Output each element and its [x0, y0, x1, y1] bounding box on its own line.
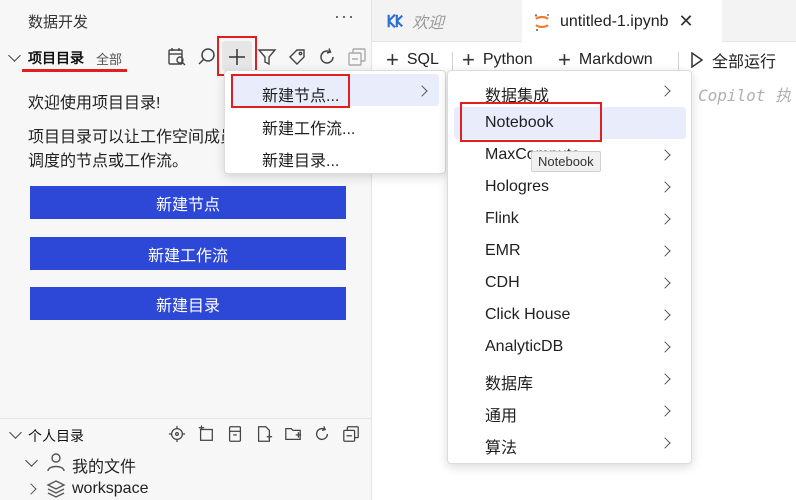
toolbar-divider — [678, 52, 679, 70]
menu-item-flink[interactable]: Flink — [448, 203, 691, 235]
menu-item-label: 数据库 — [485, 376, 534, 393]
menu-item-label: 通用 — [485, 408, 518, 425]
editor-tabbar: 欢迎 untitled-1.ipynb ✕ — [372, 0, 796, 43]
menu-item-label: 新建工作流... — [262, 121, 356, 138]
welcome-text: 欢迎使用项目目录! — [28, 95, 161, 112]
sql-label: SQL — [406, 51, 439, 68]
project-directory-title: 项目目录 — [28, 50, 84, 66]
run-all-button[interactable]: 全部运行 — [690, 49, 776, 71]
archive-icon[interactable] — [222, 422, 248, 446]
chevron-down-icon[interactable] — [25, 454, 38, 467]
tab-welcome[interactable]: 欢迎 — [372, 0, 522, 42]
copilot-placeholder: Copilot 执 — [698, 86, 792, 105]
tab-label: untitled-1.ipynb — [560, 12, 669, 30]
menu-item-label: 新建目录... — [262, 153, 340, 170]
menu-item-emr[interactable]: EMR — [448, 235, 691, 267]
menu-item-cdh[interactable]: CDH — [448, 267, 691, 299]
dataworks-logo-icon — [387, 13, 403, 29]
menu-item-label: Flink — [485, 210, 519, 227]
menu-item-database[interactable]: 数据库 — [448, 363, 691, 395]
section-divider — [0, 418, 372, 419]
more-options-icon[interactable]: ··· — [334, 6, 355, 27]
menu-item-label: AnalyticDB — [485, 338, 564, 355]
new-file-icon[interactable] — [193, 422, 219, 446]
chevron-right-icon — [659, 437, 671, 449]
chevron-right-icon — [659, 213, 671, 225]
menu-item-label: CDH — [485, 274, 520, 291]
new-directory-button[interactable]: 新建目录 — [30, 287, 346, 320]
new-node-button[interactable]: 新建节点 — [30, 186, 346, 219]
calendar-search-icon[interactable] — [162, 40, 192, 74]
toolbar-divider — [452, 52, 453, 70]
chevron-down-icon[interactable] — [8, 49, 21, 62]
menu-item-analyticdb[interactable]: AnalyticDB — [448, 331, 691, 363]
red-underline-annotation — [22, 69, 127, 72]
new-workflow-button[interactable]: 新建工作流 — [30, 237, 346, 270]
notebook-tooltip: Notebook — [531, 151, 601, 172]
tab-label: 欢迎 — [412, 15, 445, 32]
red-highlight-notebook — [460, 102, 602, 142]
add-markdown-cell-button[interactable]: + Markdown — [558, 47, 653, 72]
chevron-right-icon — [416, 85, 428, 97]
chevron-right-icon — [659, 341, 671, 353]
add-folder-icon[interactable] — [280, 422, 306, 446]
locate-icon[interactable] — [164, 422, 190, 446]
markdown-label: Markdown — [578, 51, 653, 68]
tree-item-my-files[interactable]: 我的文件 — [0, 450, 372, 476]
chevron-right-icon — [659, 277, 671, 289]
add-document-icon[interactable] — [251, 422, 277, 446]
refresh-icon[interactable] — [309, 422, 335, 446]
menu-item-new-directory[interactable]: 新建目录... — [225, 141, 445, 171]
collapse-all-icon[interactable] — [342, 40, 372, 74]
run-all-label: 全部运行 — [712, 54, 777, 71]
menu-item-new-workflow[interactable]: 新建工作流... — [225, 109, 445, 139]
chevron-right-icon — [659, 373, 671, 385]
layers-icon — [46, 479, 66, 499]
refresh-icon[interactable] — [312, 40, 342, 74]
collapse-all-icon[interactable] — [338, 422, 364, 446]
python-label: Python — [482, 51, 533, 68]
menu-item-label: 算法 — [485, 440, 518, 457]
add-python-cell-button[interactable]: + Python — [462, 47, 533, 72]
tab-untitled-notebook[interactable]: untitled-1.ipynb ✕ — [522, 0, 722, 43]
add-sql-cell-button[interactable]: + SQL — [386, 47, 439, 72]
menu-item-clickhouse[interactable]: Click House — [448, 299, 691, 331]
menu-item-hologres[interactable]: Hologres — [448, 171, 691, 203]
sidebar-title: 数据开发 — [28, 14, 89, 31]
chevron-down-icon[interactable] — [9, 426, 22, 439]
tree-item-label: workspace — [72, 480, 149, 497]
menu-item-label: Click House — [485, 306, 571, 323]
red-highlight-new-node — [231, 74, 350, 108]
menu-item-algorithm[interactable]: 算法 — [448, 427, 691, 459]
chevron-right-icon — [659, 149, 671, 161]
chevron-right-icon — [659, 181, 671, 193]
tree-item-label: 我的文件 — [72, 459, 137, 476]
tree-item-workspace[interactable]: workspace — [0, 477, 372, 500]
tag-icon[interactable] — [282, 40, 312, 74]
chevron-right-icon — [659, 309, 671, 321]
user-icon — [46, 452, 66, 472]
menu-item-label: EMR — [485, 242, 521, 259]
chevron-right-icon — [659, 405, 671, 417]
jupyter-icon — [534, 13, 549, 31]
menu-item-general[interactable]: 通用 — [448, 395, 691, 427]
close-icon[interactable]: ✕ — [679, 11, 694, 32]
personal-directory-title: 个人目录 — [28, 428, 84, 444]
chevron-right-icon — [659, 85, 671, 97]
menu-item-label: Hologres — [485, 178, 550, 195]
play-icon — [691, 52, 704, 68]
chevron-right-icon — [659, 245, 671, 257]
project-filter-all[interactable]: 全部 — [96, 49, 122, 68]
chevron-right-icon[interactable] — [25, 483, 37, 495]
